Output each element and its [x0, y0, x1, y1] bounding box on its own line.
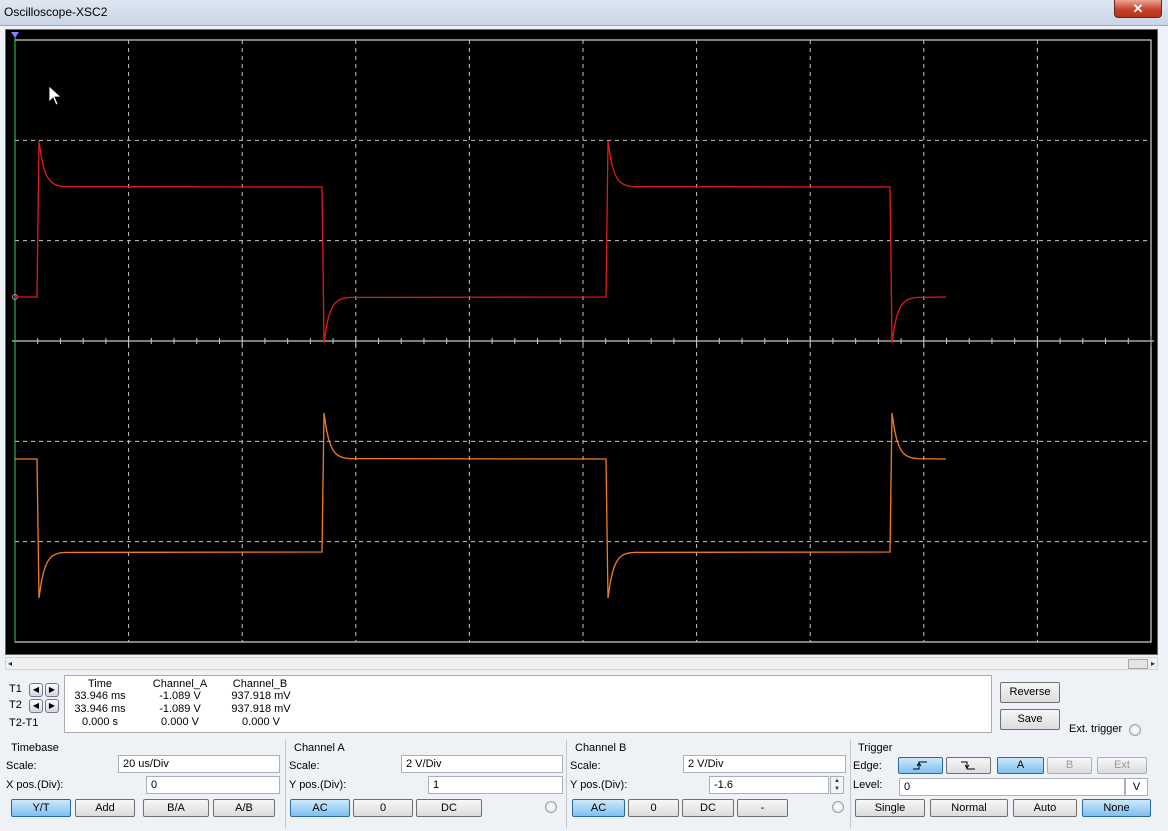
- arrow-right-icon: ▶: [48, 685, 56, 694]
- t2-left-button[interactable]: ◀: [29, 699, 43, 713]
- yt-mode-button[interactable]: Y/T: [11, 799, 71, 817]
- trigger-level-label: Level:: [853, 779, 883, 791]
- window-title: Oscilloscope-XSC2: [4, 5, 108, 19]
- trigger-edge-label: Edge:: [853, 760, 882, 772]
- trigger-source-b-button[interactable]: B: [1047, 757, 1092, 774]
- diff-channel-b: 0.000 V: [242, 716, 280, 728]
- channel-b-ac-button[interactable]: AC: [572, 799, 625, 817]
- channel-a-ypos-label: Y pos.(Div):: [289, 779, 347, 791]
- oscilloscope-display: [11, 32, 1154, 643]
- trigger-level-unit: V: [1125, 778, 1148, 796]
- channel-b-scale-label: Scale:: [570, 760, 601, 772]
- channel-b-invert-button[interactable]: -: [737, 799, 788, 817]
- trigger-level-field[interactable]: 0: [899, 778, 1125, 796]
- t2-right-button[interactable]: ▶: [45, 699, 59, 713]
- trigger-auto-button[interactable]: Auto: [1013, 799, 1077, 817]
- header-time: Time: [87, 678, 113, 690]
- scroll-left-icon[interactable]: ◂: [8, 658, 12, 670]
- ab-mode-button[interactable]: A/B: [213, 799, 275, 817]
- cursor-t2-label: T2: [9, 699, 22, 711]
- cursor-diff-label: T2-T1: [9, 717, 39, 729]
- channel-b-terminal[interactable]: [832, 801, 844, 813]
- trigger-normal-button[interactable]: Normal: [930, 799, 1008, 817]
- close-icon: ✕: [1132, 1, 1144, 16]
- channel-b-ypos-label: Y pos.(Div):: [570, 779, 628, 791]
- diff-channel-a: 0.000 V: [161, 716, 199, 728]
- trigger-single-button[interactable]: Single: [855, 799, 925, 817]
- falling-edge-button[interactable]: [946, 757, 991, 774]
- reverse-button[interactable]: Reverse: [1000, 682, 1060, 703]
- spin-up-icon[interactable]: ▲: [834, 778, 840, 784]
- save-button[interactable]: Save: [1000, 709, 1060, 730]
- channel-a-scale-label: Scale:: [289, 760, 320, 772]
- scrollbar-thumb[interactable]: [1128, 659, 1148, 669]
- header-channel-a: Channel_A: [152, 678, 208, 690]
- t1-time: 33.946 ms: [74, 690, 126, 702]
- channel-a-dc-button[interactable]: DC: [416, 799, 482, 817]
- t2-time: 33.946 ms: [74, 703, 126, 715]
- mouse-pointer-icon: [48, 85, 63, 106]
- timebase-scale-field[interactable]: 20 us/Div: [118, 755, 280, 773]
- close-button[interactable]: ✕: [1114, 0, 1162, 18]
- center-axis: [12, 336, 1154, 346]
- ext-trigger-label: Ext. trigger: [1069, 723, 1123, 735]
- trigger-title: Trigger: [858, 742, 893, 754]
- t1-channel-a: -1.089 V: [159, 690, 201, 702]
- t1-right-button[interactable]: ▶: [45, 683, 59, 697]
- channel-b-scale-field[interactable]: 2 V/Div: [683, 755, 846, 773]
- timebase-scale-label: Scale:: [6, 760, 37, 772]
- panel-divider: [850, 740, 851, 828]
- cursor-t1-label: T1: [9, 683, 22, 695]
- channel-a-ac-button[interactable]: AC: [290, 799, 350, 817]
- add-mode-button[interactable]: Add: [75, 799, 135, 817]
- cursor-t1-marker-icon[interactable]: [11, 32, 19, 38]
- spin-down-icon[interactable]: ▼: [834, 786, 840, 792]
- channel-a-terminal[interactable]: [545, 801, 557, 813]
- title-bar: Oscilloscope-XSC2 ✕: [0, 0, 1168, 26]
- channel-a-title: Channel A: [294, 742, 345, 754]
- rising-edge-button[interactable]: [898, 757, 943, 774]
- channel-b-ypos-field[interactable]: -1.6: [709, 776, 829, 794]
- arrow-left-icon: ◀: [32, 701, 40, 710]
- channel-a-zero-button[interactable]: 0: [353, 799, 413, 817]
- arrow-right-icon: ▶: [48, 701, 56, 710]
- channel-b-trace: [15, 412, 947, 599]
- channel-b-title: Channel B: [575, 742, 627, 754]
- rising-edge-icon: [913, 761, 927, 770]
- trigger-source-a-button[interactable]: A: [997, 757, 1044, 774]
- oscilloscope-screen[interactable]: [5, 29, 1158, 655]
- arrow-left-icon: ◀: [32, 685, 40, 694]
- channel-b-ypos-spinner[interactable]: ▲ ▼: [830, 776, 844, 794]
- channel-b-dc-button[interactable]: DC: [682, 799, 734, 817]
- ba-mode-button[interactable]: B/A: [143, 799, 209, 817]
- timebase-xpos-label: X pos.(Div):: [6, 779, 64, 791]
- t2-channel-b: 937.918 mV: [231, 703, 291, 715]
- header-channel-b: Channel_B: [232, 678, 288, 690]
- panel-divider: [566, 740, 567, 828]
- trigger-none-button[interactable]: None: [1082, 799, 1151, 817]
- timebase-title: Timebase: [11, 742, 59, 754]
- channel-a-scale-field[interactable]: 2 V/Div: [401, 755, 563, 773]
- horizontal-scrollbar[interactable]: ◂ ▸: [5, 657, 1158, 670]
- cursor-readout-table: Time Channel_A Channel_B 33.946 ms -1.08…: [64, 675, 992, 733]
- t2-channel-a: -1.089 V: [159, 703, 201, 715]
- timebase-xpos-field[interactable]: 0: [146, 776, 280, 794]
- panel-divider: [285, 740, 286, 828]
- channel-b-zero-button[interactable]: 0: [628, 799, 679, 817]
- trigger-source-ext-button[interactable]: Ext: [1097, 757, 1147, 774]
- falling-edge-icon: [961, 761, 975, 770]
- scroll-right-icon[interactable]: ▸: [1151, 658, 1155, 670]
- t1-channel-b: 937.918 mV: [231, 690, 291, 702]
- t1-left-button[interactable]: ◀: [29, 683, 43, 697]
- channel-a-trace: [15, 140, 947, 344]
- diff-time: 0.000 s: [81, 716, 119, 728]
- channel-a-ypos-field[interactable]: 1: [428, 776, 563, 794]
- ext-trigger-terminal[interactable]: [1129, 724, 1141, 736]
